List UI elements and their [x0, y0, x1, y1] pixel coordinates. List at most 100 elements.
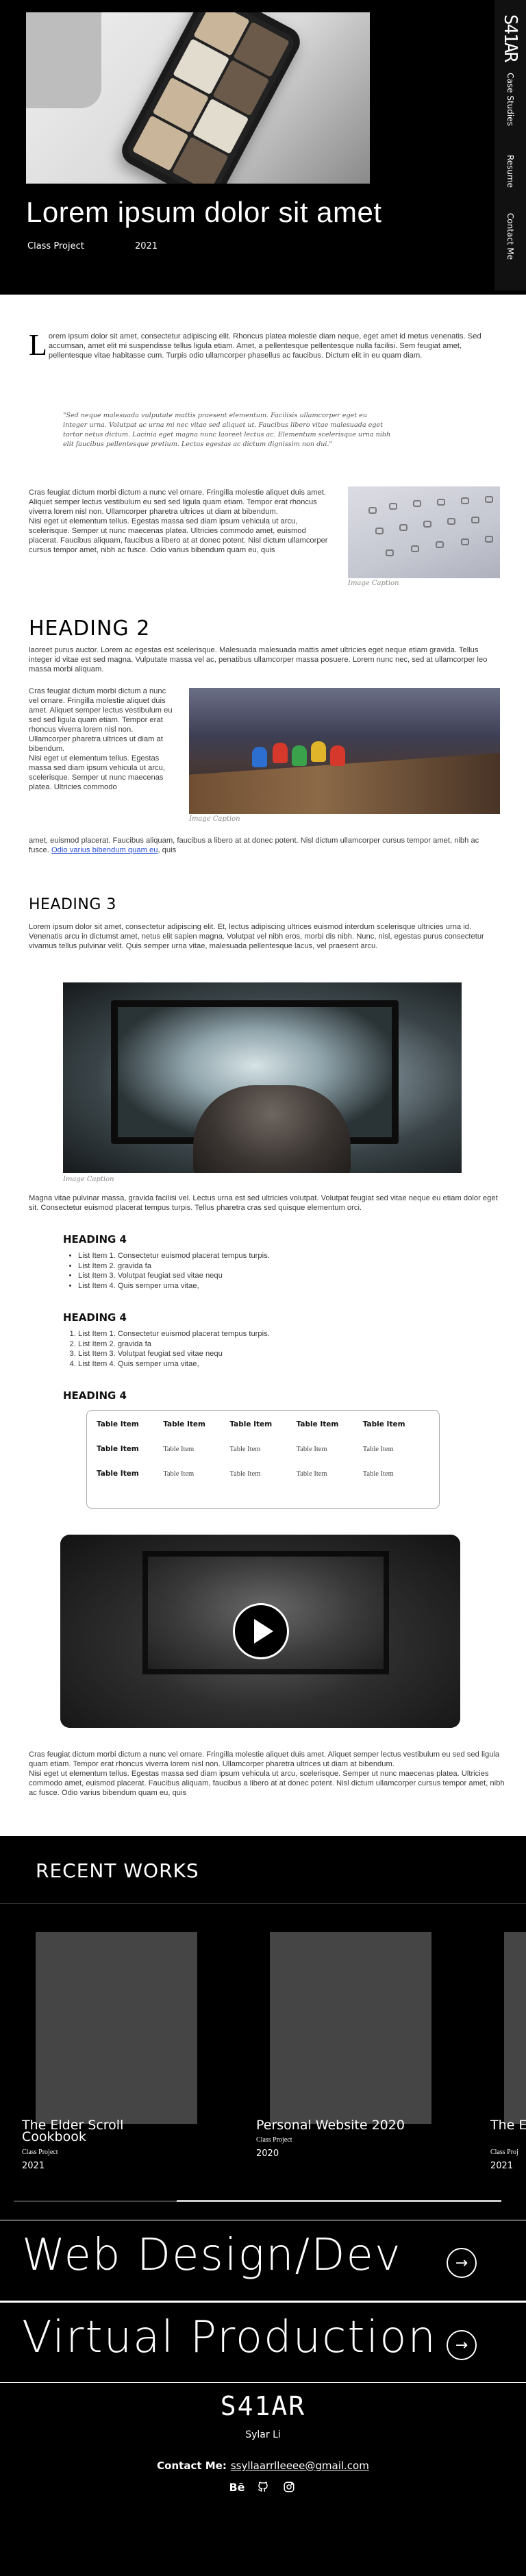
intro-paragraph: Lorem ipsum dolor sit amet, consectetur …	[29, 328, 481, 362]
instagram-icon[interactable]	[282, 2480, 296, 2494]
hero-title: Lorem ipsum dolor sit amet	[26, 196, 382, 228]
work-thumbnail	[270, 1932, 431, 2124]
table-header-cell: Table Item	[97, 1420, 139, 1428]
social-icons: Bē	[0, 2480, 526, 2494]
heading-4: HEADING 4	[63, 1389, 127, 1402]
table-cell: Table Item	[296, 1470, 327, 1478]
list-item: List Item 4. Quis semper urna vitae,	[78, 1359, 270, 1370]
hero-image	[26, 12, 370, 184]
play-icon[interactable]	[233, 1603, 289, 1659]
table-cell: Table Item	[362, 1445, 394, 1453]
footer: S41AR Sylar Li Contact Me: ssyllaarrlleee…	[0, 2383, 526, 2576]
drop-cap: L	[29, 328, 47, 362]
heading-4: HEADING 4	[63, 1233, 127, 1246]
table-row: Table Item Table Item Table Item Table I…	[97, 1445, 429, 1470]
table-header-cell: Table Item	[362, 1420, 405, 1428]
work-year: 2021	[490, 2161, 514, 2171]
table-row-label: Table Item	[97, 1470, 139, 1478]
blockquote: "Sed neque malesuada vulputate mattis pr…	[63, 412, 391, 448]
list-item: List Item 2. gravida fa	[78, 1261, 270, 1272]
table-row-label: Table Item	[97, 1445, 139, 1453]
work-card[interactable]: Personal Website 2020 Class Project 2020	[256, 1932, 448, 2172]
hero-meta: Class Project 2021	[27, 241, 158, 251]
work-category: Class Project	[22, 2148, 58, 2156]
table-cell: Table Item	[163, 1470, 195, 1478]
list-item: List Item 1. Consectetur euismod placera…	[78, 1251, 270, 1261]
table-header-cell: Table Item	[229, 1420, 273, 1428]
table-row: Table Item Table Item Table Item Table I…	[97, 1470, 429, 1478]
unordered-list: List Item 1. Consectetur euismod placera…	[68, 1251, 270, 1291]
table-cell: Table Item	[229, 1445, 261, 1453]
work-category: Class Project	[256, 2136, 292, 2144]
category-label: Web Design/Dev	[22, 2230, 402, 2281]
table-header-cell: Table Item	[163, 1420, 205, 1428]
side-nav: S41AR Case Studies Resume Contact Me	[494, 0, 526, 290]
paragraph-3: Cras feugiat dictum morbi dictum a nunc …	[29, 687, 173, 791]
recent-works-heading: RECENT WORKS	[36, 1859, 199, 1882]
work-card[interactable]: The Elder Scroll Cookbook Class Project …	[22, 1932, 214, 2172]
paragraph-2: laoreet purus auctor. Lorem ac egestas e…	[29, 646, 488, 673]
list-item: List Item 1. Consectetur euismod placera…	[78, 1329, 270, 1339]
image-caption: Image Caption	[348, 580, 399, 587]
github-icon[interactable]	[256, 2480, 270, 2494]
image-caption: Image Caption	[189, 815, 240, 823]
phone-mockup	[116, 12, 305, 184]
heading-3: HEADING 3	[29, 896, 116, 913]
paragraph-1: Cras feugiat dictum morbi dictum a nunc …	[29, 488, 328, 554]
heading-2: HEADING 2	[29, 617, 151, 641]
heading-4: HEADING 4	[63, 1311, 127, 1324]
divider	[0, 1903, 526, 1904]
data-table: Table Item Table Item Table Item Table I…	[86, 1410, 440, 1509]
image-caption: Image Caption	[63, 1176, 114, 1183]
work-year: 2020	[256, 2148, 279, 2159]
controller-image	[63, 982, 462, 1173]
table-header-cell: Table Item	[296, 1420, 339, 1428]
inline-link[interactable]: Odio varius bibendum quam eu	[51, 846, 158, 854]
table-cell: Table Item	[229, 1470, 261, 1478]
nav-case-studies[interactable]: Case Studies	[496, 69, 525, 130]
email-link[interactable]: ssyllaarrlleeee@gmail.com	[231, 2460, 369, 2472]
video-player[interactable]	[60, 1535, 460, 1728]
recent-works: RECENT WORKS The Elder Scroll Cookbook C…	[0, 1836, 526, 2220]
work-thumbnail	[36, 1932, 197, 2124]
table-cell: Table Item	[163, 1445, 195, 1453]
list-item: List Item 3. Volutpat feugiat sed vitae …	[78, 1271, 270, 1281]
paragraph-4: amet, euismod placerat. Faucibus aliquam…	[29, 837, 479, 854]
paragraph-7: Cras feugiat dictum morbi dictum a nunc …	[29, 1750, 505, 1797]
nav-resume[interactable]: Resume	[496, 151, 525, 192]
list-item: List Item 3. Volutpat feugiat sed vitae …	[78, 1349, 270, 1359]
ordered-list: List Item 1. Consectetur euismod placera…	[68, 1329, 270, 1369]
category-web-design[interactable]: Web Design/Dev →	[0, 2220, 526, 2301]
table-row: Table Item Table Item Table Item Table I…	[97, 1420, 429, 1445]
arrow-right-icon[interactable]: →	[447, 2330, 477, 2360]
arrow-right-icon[interactable]: →	[447, 2248, 477, 2278]
hero-category: Class Project	[27, 241, 84, 251]
icons-image	[348, 486, 500, 578]
hero: Lorem ipsum dolor sit amet Class Project…	[0, 0, 526, 295]
list-item: List Item 2. gravida fa	[78, 1339, 270, 1350]
footer-logo[interactable]: S41AR	[0, 2391, 526, 2421]
board-game-image	[189, 688, 500, 814]
carousel-scroll-thumb[interactable]	[177, 2200, 501, 2202]
work-year: 2021	[22, 2161, 45, 2171]
paragraph-6: Magna vitae pulvinar massa, gravida faci…	[29, 1194, 498, 1212]
paragraph-5: Lorem ipsum dolor sit amet, consectetur …	[29, 923, 484, 950]
table-cell: Table Item	[296, 1445, 327, 1453]
footer-contact: Contact Me: ssyllaarrlleeee@gmail.com	[157, 2460, 369, 2472]
category-virtual-production[interactable]: Virtual Production →	[0, 2302, 526, 2383]
table-cell: Table Item	[362, 1470, 394, 1478]
category-label: Virtual Production	[22, 2312, 437, 2363]
brand-logo[interactable]: S41AR	[496, 7, 525, 69]
footer-name: Sylar Li	[245, 2429, 281, 2440]
list-item: List Item 4. Quis semper urna vitae,	[78, 1281, 270, 1291]
work-title: The E Cook	[490, 2118, 526, 2133]
work-card[interactable]: The E Cook Class Proj 2021	[490, 1932, 526, 2172]
hero-year: 2021	[134, 241, 158, 251]
nav-contact-me[interactable]: Contact Me	[496, 206, 525, 267]
work-title: The Elder Scroll Cookbook	[22, 2118, 124, 2144]
work-thumbnail	[504, 1932, 526, 2124]
behance-icon[interactable]: Bē	[229, 2480, 245, 2494]
laptop-shape	[26, 12, 101, 108]
work-category: Class Proj	[490, 2148, 518, 2156]
work-title: Personal Website 2020	[256, 2118, 405, 2133]
